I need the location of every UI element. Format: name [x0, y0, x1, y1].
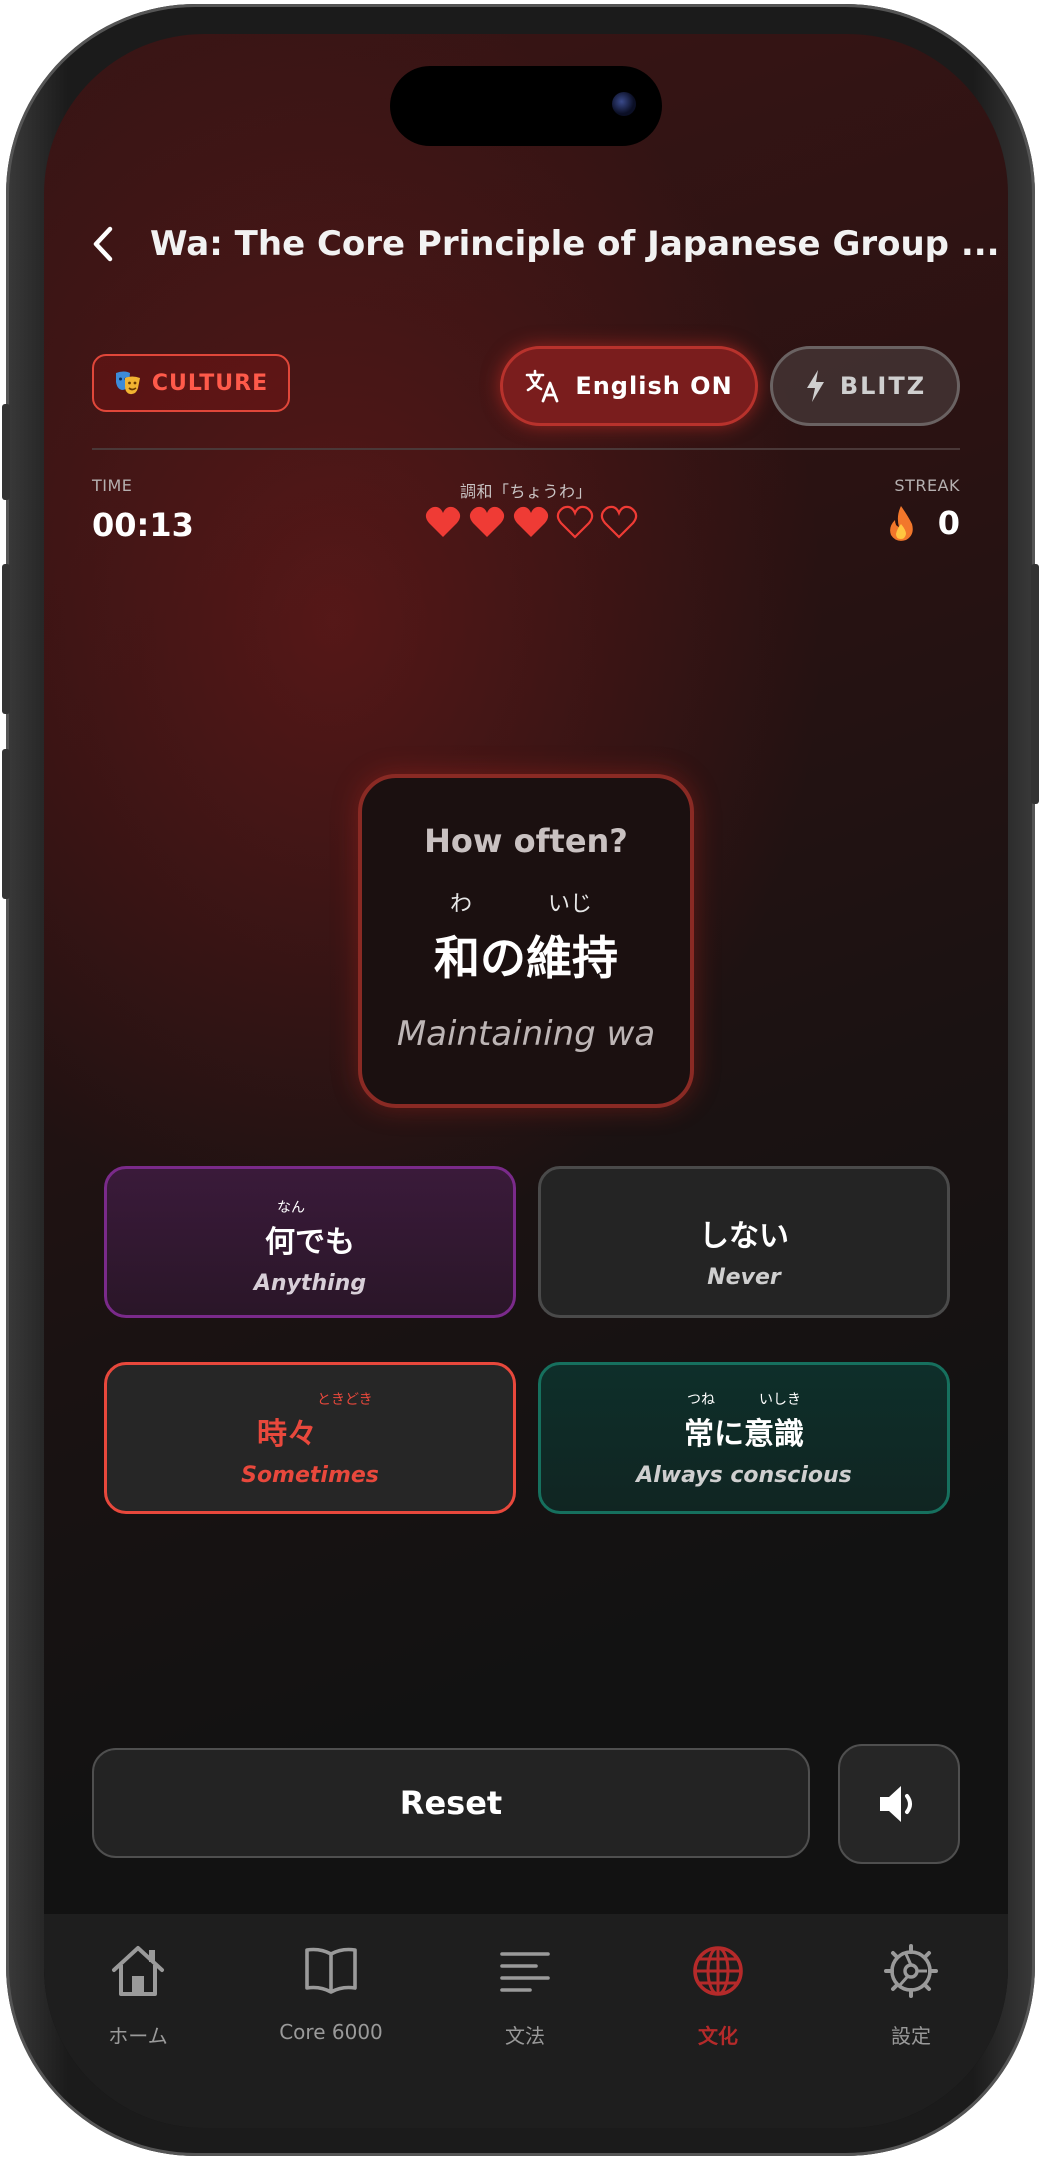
option-english: Always conscious [636, 1463, 852, 1488]
blitz-toggle-label: BLITZ [839, 372, 927, 400]
tab-bar: ホーム Core 6000 文法 文化 設定 [44, 1914, 1008, 2128]
furigana-iji: いじ [548, 892, 593, 917]
tab-label: 設定 [891, 2024, 931, 2048]
audio-button[interactable] [838, 1744, 960, 1864]
speaker-icon [880, 1786, 912, 1822]
lightning-icon [806, 370, 824, 402]
answer-option-anything[interactable]: なん 何でも Anything [104, 1166, 516, 1318]
option-furigana-tsune: つね [687, 1392, 715, 1408]
translate-icon [526, 369, 559, 403]
camera-icon [612, 92, 636, 116]
question-japanese: 和の維持 [434, 931, 618, 985]
streak-display: 0 [886, 504, 960, 542]
topic-label: 調和「ちょうわ」 [459, 482, 592, 501]
theater-masks-icon [115, 371, 140, 395]
chevron-left-icon [93, 226, 113, 262]
flame-icon [889, 506, 913, 541]
option-japanese: 何でも [265, 1225, 355, 1260]
heart-empty-icon [600, 505, 638, 539]
option-english: Anything [253, 1271, 367, 1296]
volume-up-button [2, 564, 10, 714]
option-furigana-ishiki: いしき [759, 1392, 801, 1408]
tab-label: 文化 [698, 2024, 738, 2048]
back-button[interactable] [92, 214, 114, 274]
gear-icon [884, 1944, 938, 1998]
time-value: 00:13 [92, 506, 194, 544]
question-prompt: How often? [424, 822, 628, 860]
tab-core-6000[interactable]: Core 6000 [246, 1944, 416, 2044]
tab-culture[interactable]: 文化 [633, 1944, 803, 2049]
tab-label: Core 6000 [279, 2020, 383, 2044]
lives-hearts [424, 504, 638, 540]
heart-empty-icon [556, 505, 594, 539]
home-icon [112, 1946, 164, 1996]
streak-value: 0 [937, 504, 960, 542]
option-english: Sometimes [241, 1463, 379, 1488]
option-japanese: 時々 [257, 1417, 317, 1452]
furigana-wa: わ [450, 892, 473, 917]
heart-filled-icon [469, 506, 505, 537]
tab-home[interactable]: ホーム [53, 1944, 223, 2049]
tab-grammar[interactable]: 文法 [440, 1944, 610, 2049]
question-card: How often? わ いじ 和の維持 Maintaining wa [358, 774, 694, 1108]
tab-label: ホーム [108, 2024, 168, 2048]
option-furigana: なん [277, 1200, 305, 1216]
reset-button[interactable]: Reset [92, 1748, 810, 1858]
tab-settings[interactable]: 設定 [826, 1944, 996, 2049]
english-toggle-label: English ON [575, 372, 733, 400]
blitz-toggle[interactable]: BLITZ [770, 346, 960, 426]
option-furigana: ときどき [317, 1392, 373, 1408]
volume-down-button [2, 749, 10, 899]
lines-icon [500, 1952, 550, 1992]
question-furigana: わ いじ [362, 886, 690, 917]
divider [92, 448, 960, 450]
answer-option-sometimes[interactable]: ときどき 時々 Sometimes [104, 1362, 516, 1514]
page-title: Wa: The Core Principle of Japanese Group… [150, 224, 1000, 264]
mute-switch [2, 404, 10, 500]
option-japanese: しない [699, 1219, 789, 1254]
answer-option-never[interactable]: しない Never [538, 1166, 950, 1318]
question-english: Maintaining wa [396, 1014, 656, 1054]
header: Wa: The Core Principle of Japanese Group… [92, 204, 1000, 284]
globe-icon [693, 1946, 743, 1996]
book-icon [305, 1947, 357, 1994]
option-english: Never [707, 1265, 781, 1290]
streak-label: STREAK [894, 476, 960, 495]
heart-filled-icon [425, 506, 461, 537]
heart-filled-icon [513, 506, 549, 537]
category-tag: CULTURE [92, 354, 290, 412]
tab-label: 文法 [505, 2024, 545, 2048]
answer-option-always-conscious[interactable]: つね いしき 常に意識 Always conscious [538, 1362, 950, 1514]
app-screen: Wa: The Core Principle of Japanese Group… [44, 34, 1008, 2128]
category-tag-label: CULTURE [151, 370, 269, 396]
phone-frame: Wa: The Core Principle of Japanese Group… [2, 4, 1039, 2156]
english-toggle[interactable]: English ON [500, 346, 758, 426]
option-japanese: 常に意識 [684, 1417, 804, 1452]
power-button [1031, 564, 1039, 804]
dynamic-island [390, 66, 662, 146]
